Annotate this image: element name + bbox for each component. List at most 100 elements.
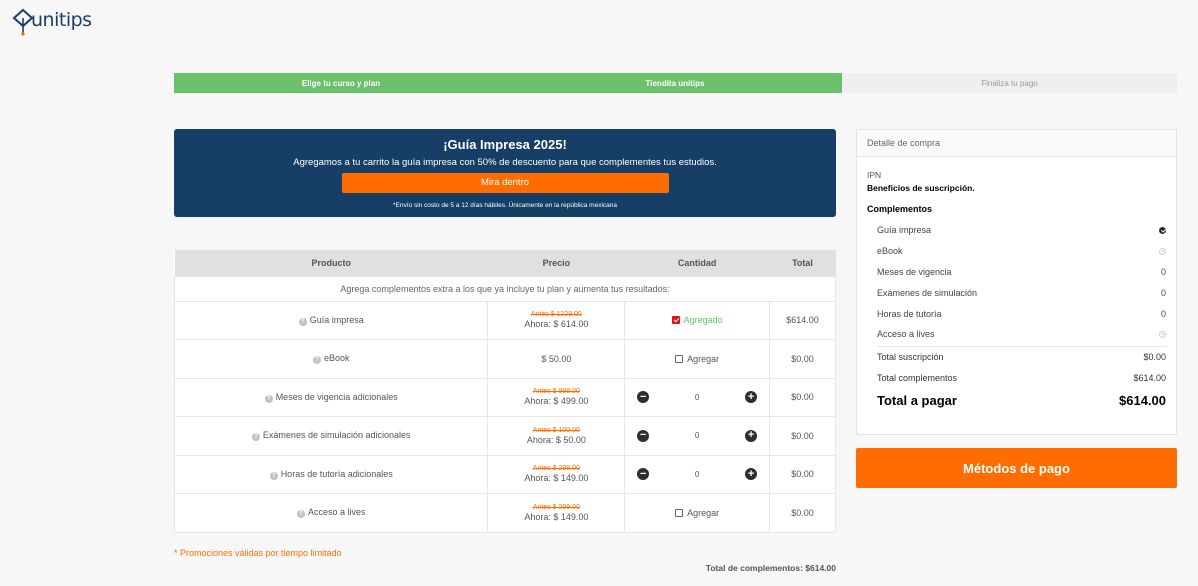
old-price: Antes $ 1229.00 [530,311,582,319]
row-total: $614.00 [769,300,836,340]
table-row: ? Acceso a lives Antes $ 299.00 Ahora: $ 1… [173,493,836,533]
add-checkbox-checked[interactable] [671,316,680,325]
help-icon[interactable]: ? [269,471,278,480]
old-price: Antes $ 299.00 [532,503,580,511]
current-price: Ahora: $ 149.00 [524,473,589,484]
purchase-summary: Detalle de compra IPN Beneficios de susc… [856,129,1177,435]
old-price: Antes $ 999.00 [532,388,580,396]
grand-total-value: $614.00 [1119,393,1166,409]
increase-button[interactable]: + [745,468,758,481]
summary-item-label: Acceso a lives [877,329,935,340]
row-total: $0.00 [769,493,836,533]
table-row: ? Guía impresa Antes $ 1229.00 Ahora: $ 61… [173,300,836,340]
summary-item-value: 0 [1160,287,1166,298]
current-price: $ 50.00 [487,339,626,379]
summary-item-label: Horas de tutoría [877,308,942,319]
help-icon[interactable]: ? [312,356,321,365]
table-row: ? Horas de tutoría adicionales Antes $ 29… [173,454,836,494]
help-icon[interactable]: ? [251,433,260,442]
summary-benefits: Beneficios de suscripción. [867,183,975,193]
help-icon[interactable]: ? [298,317,307,326]
summary-institution: IPN [867,170,882,180]
promo-banner: ¡Guía Impresa 2025! Agregamos a tu carri… [174,129,836,217]
check-circle-icon [1159,226,1166,234]
add-checkbox[interactable] [675,508,684,517]
summary-item: Horas de tutoría 0 [877,303,1166,324]
added-label: Agregado [683,315,723,326]
add-label: Agregar [687,507,720,518]
summary-complements-title: Complementos [867,204,933,214]
banner-note: *Envío sin costo de 5 a 12 días hábiles.… [392,202,618,209]
complements-total-value: $614.00 [1133,373,1166,384]
header-price: Precio [487,250,625,276]
table-row: ? eBook $ 50.00 Agregar $0.00 [173,339,836,379]
product-name: Exámenes de simulación adicionales [262,430,411,441]
summary-item: Exámenes de simulación 0 [877,282,1166,303]
table-intro: Agrega complementos extra a los que ya i… [174,275,836,302]
payment-methods-button[interactable]: Métodos de pago [856,448,1177,488]
row-total: $0.00 [769,339,836,379]
decrease-button[interactable]: − [637,468,650,481]
subscription-total-label: Total suscripción [877,352,944,363]
banner-text: Agregamos a tu carrito la guía impresa c… [293,157,717,168]
empty-circle-icon [1159,247,1166,255]
summary-item: Acceso a lives [877,324,1166,345]
total-complements: Total de complementos: $614.00 [705,563,836,573]
help-icon[interactable]: ? [264,394,273,403]
step-store[interactable]: Tiendita unitips [508,73,842,93]
checkout-stepper: Elige tu curso y plan Tiendita unitips F… [174,73,1177,93]
current-price: Ahora: $ 50.00 [526,434,586,445]
header-quantity: Cantidad [624,250,770,276]
product-name: Meses de vigencia adicionales [275,391,398,402]
subscription-total-row: Total suscripción $0.00 [867,347,1166,368]
look-inside-button[interactable]: Mira dentro [341,173,669,193]
unitips-logo[interactable]: unitips [12,8,92,36]
decrease-button[interactable]: − [637,429,650,442]
subscription-total-value: $0.00 [1143,352,1166,363]
summary-header: Detalle de compra [857,130,1176,157]
current-price: Ahora: $ 614.00 [524,319,589,330]
empty-circle-icon [1159,330,1166,338]
complements-total-label: Total complementos [877,373,958,384]
current-price: Ahora: $ 499.00 [524,396,589,407]
summary-item-value: 0 [1160,266,1166,277]
table-row: ? Meses de vigencia adicionales Antes $ 9… [173,377,836,417]
product-name: Acceso a lives [307,507,366,518]
product-name: eBook [323,353,350,364]
add-checkbox[interactable] [675,354,684,363]
complements-total-row: Total complementos $614.00 [867,368,1166,389]
product-name: Guía impresa [309,314,364,325]
table-row: ? Exámenes de simulación adicionales Ante… [173,416,836,456]
row-total: $0.00 [769,416,836,456]
grand-total-label: Total a pagar [877,393,957,409]
quantity-value: 0 [694,431,700,441]
add-label: Agregar [687,353,720,364]
promo-note: * Promociones válidas por tiempo limitad… [174,548,342,558]
summary-item-label: Guía impresa [877,225,932,236]
increase-button[interactable]: + [745,391,758,404]
banner-title: ¡Guía Impresa 2025! [443,137,567,152]
summary-item: eBook [877,241,1166,262]
summary-item-label: Exámenes de simulación [877,287,978,298]
summary-item-value: 0 [1160,308,1166,319]
summary-item-label: eBook [877,246,903,257]
products-table: Producto Precio Cantidad Total Agrega co… [173,250,836,533]
increase-button[interactable]: + [745,429,758,442]
help-icon[interactable]: ? [296,510,305,519]
grand-total-row: Total a pagar $614.00 [867,389,1166,413]
row-total: $0.00 [769,377,836,417]
row-total: $0.00 [769,454,836,494]
header-product: Producto [174,250,488,276]
old-price: Antes $ 100.00 [532,426,580,434]
summary-item: Guía impresa [877,220,1166,241]
product-name: Horas de tutoría adicionales [280,468,393,479]
old-price: Antes $ 298.00 [532,465,580,473]
logo-text: unitips [31,9,92,31]
current-price: Ahora: $ 149.00 [524,511,589,522]
quantity-value: 0 [694,392,700,402]
quantity-value: 0 [694,469,700,479]
decrease-button[interactable]: − [637,391,650,404]
step-payment: Finaliza tu pago [842,73,1177,93]
summary-item-label: Meses de vigencia [877,266,952,277]
step-choose-course[interactable]: Elige tu curso y plan [174,73,508,93]
